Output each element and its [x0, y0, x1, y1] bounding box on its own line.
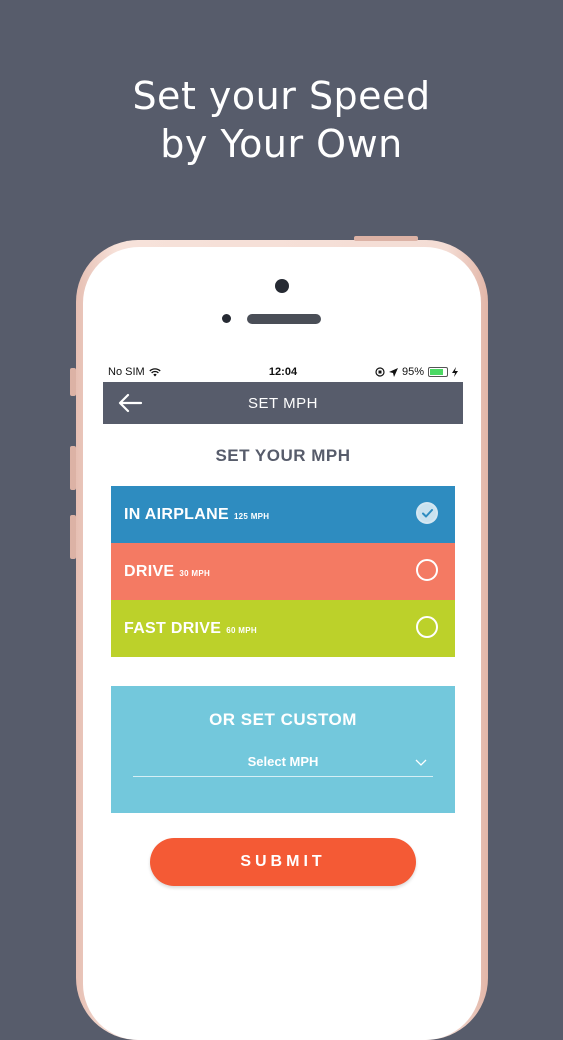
nav-bar: SET MPH: [103, 382, 463, 424]
battery-fill: [430, 369, 444, 375]
status-bar: No SIM 12:04 95%: [103, 364, 463, 382]
custom-title: OR SET CUSTOM: [209, 710, 357, 729]
option-label: DRIVE: [124, 562, 175, 580]
option-label: IN AIRPLANE: [124, 505, 229, 523]
location-arrow-icon: [388, 367, 398, 377]
option-fast-drive[interactable]: FAST DRIVE 60 MPH: [111, 600, 455, 657]
headline-line-1: Set your Speed: [132, 74, 431, 118]
speed-options: IN AIRPLANE 125 MPH DRIVE 30 MPH FAST DR…: [111, 486, 455, 657]
orientation-lock-icon: [375, 367, 385, 377]
check-icon: [422, 509, 433, 518]
battery-icon: [428, 367, 448, 377]
earpiece-speaker: [247, 314, 321, 324]
front-camera: [275, 279, 289, 293]
option-speed: 60 MPH: [226, 626, 257, 635]
radio-button[interactable]: [416, 616, 438, 638]
submit-button[interactable]: SUBMIT: [150, 838, 416, 886]
mph-select[interactable]: Select MPH: [133, 748, 433, 777]
custom-speed-panel: OR SET CUSTOM Select MPH: [111, 686, 455, 813]
phone-power-button: [354, 236, 418, 241]
option-speed: 30 MPH: [179, 569, 211, 578]
phone-mute-switch: [70, 368, 76, 396]
chevron-down-icon: [415, 759, 427, 766]
proximity-sensor: [222, 314, 231, 323]
phone-volume-down: [70, 515, 76, 559]
option-label: FAST DRIVE: [124, 619, 222, 637]
headline: Set your Speed by Your Own: [0, 72, 563, 168]
phone-volume-up: [70, 446, 76, 490]
option-speed: 125 MPH: [233, 512, 270, 521]
nav-title: SET MPH: [248, 395, 318, 412]
section-title: SET YOUR MPH: [215, 446, 351, 465]
app-screen: No SIM 12:04 95% SET MPH SET YOUR MPH IN…: [103, 364, 463, 1000]
mph-select-value: Select MPH: [247, 754, 319, 769]
status-right: 95%: [375, 366, 458, 378]
charging-bolt-icon: [452, 367, 458, 377]
headline-line-2: by Your Own: [160, 122, 403, 166]
battery-percent: 95%: [401, 366, 424, 378]
option-drive[interactable]: DRIVE 30 MPH: [111, 543, 455, 600]
radio-button[interactable]: [416, 559, 438, 581]
option-in-airplane[interactable]: IN AIRPLANE 125 MPH: [111, 486, 455, 543]
radio-button[interactable]: [416, 502, 438, 524]
